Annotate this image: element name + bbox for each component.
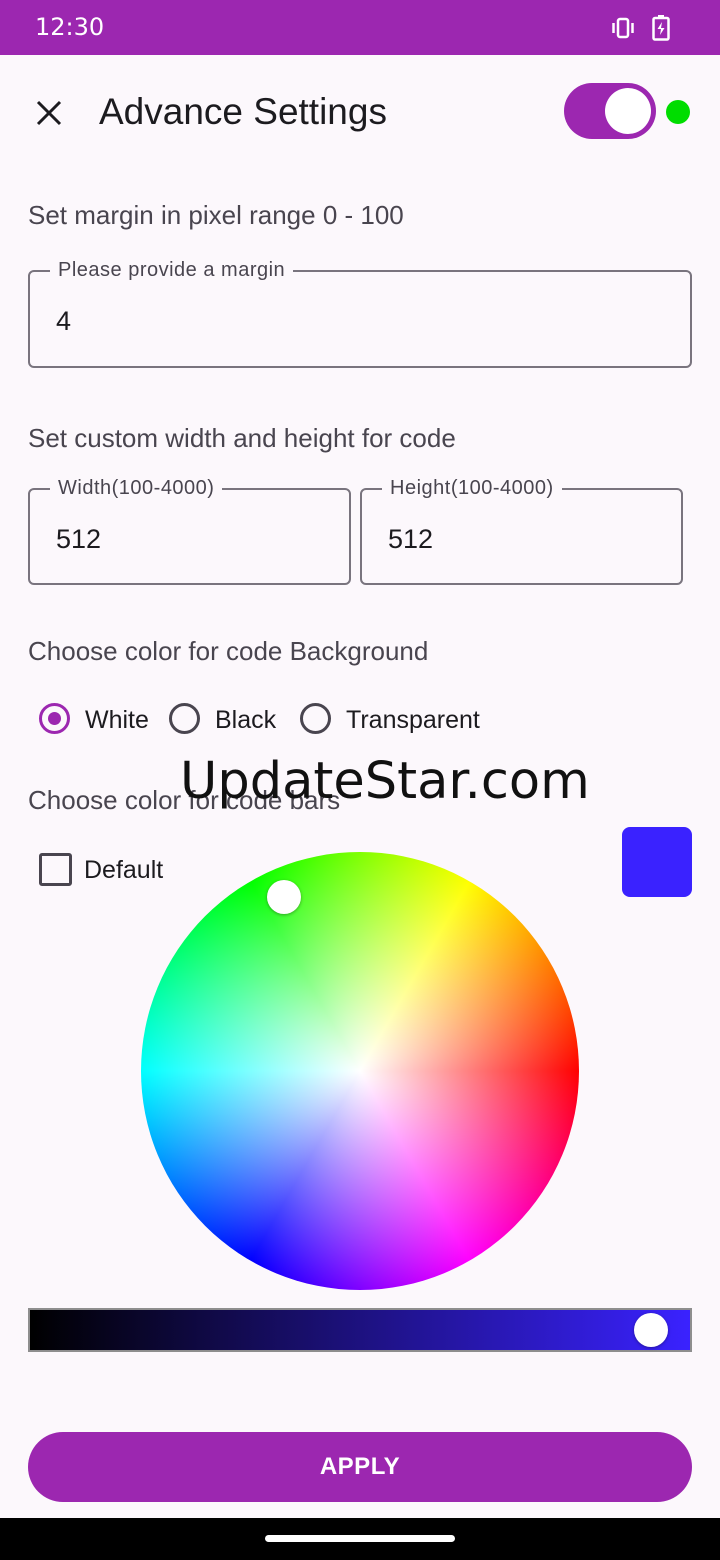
brightness-slider[interactable]	[28, 1308, 692, 1352]
radio-transparent-circle	[300, 703, 331, 734]
default-checkbox[interactable]	[39, 853, 72, 886]
status-bar: 12:30	[0, 0, 720, 55]
watermark: UpdateStar.com	[180, 752, 590, 811]
height-field-label: Height(100-4000)	[382, 477, 562, 500]
battery-charging-icon	[652, 15, 670, 41]
page-title: Advance Settings	[99, 91, 387, 132]
radio-transparent[interactable]: Transparent	[300, 700, 490, 742]
app-header: Advance Settings	[0, 55, 720, 170]
vibrate-icon	[612, 17, 634, 39]
margin-label: Set margin in pixel range 0 - 100	[28, 200, 404, 230]
close-icon	[36, 100, 62, 126]
radio-black[interactable]: Black	[169, 700, 289, 742]
color-wheel-handle[interactable]	[267, 879, 302, 914]
home-handle[interactable]	[265, 1535, 455, 1542]
status-indicator	[666, 100, 690, 124]
margin-field-value: 4	[56, 306, 72, 336]
radio-white-label: White	[85, 706, 149, 734]
height-field-value: 512	[388, 524, 434, 554]
size-label: Set custom width and height for code	[28, 423, 456, 453]
width-field-label: Width(100-4000)	[50, 477, 223, 500]
width-field-value: 512	[56, 524, 102, 554]
color-wheel[interactable]	[141, 852, 579, 1290]
navigation-bar	[0, 1518, 720, 1560]
apply-button[interactable]: APPLY	[28, 1432, 692, 1502]
margin-field-label: Please provide a margin	[50, 259, 294, 282]
status-icons	[610, 14, 674, 42]
close-button[interactable]	[28, 92, 70, 134]
radio-white[interactable]: White	[39, 700, 159, 742]
selected-color-swatch	[622, 827, 692, 897]
radio-black-label: Black	[215, 706, 277, 734]
status-time: 12:30	[35, 13, 105, 41]
width-field[interactable]: Width(100-4000) 512	[28, 477, 351, 585]
background-label: Choose color for code Background	[28, 636, 429, 666]
radio-transparent-label: Transparent	[346, 706, 480, 734]
margin-field[interactable]: Please provide a margin 4	[28, 259, 692, 368]
brightness-slider-handle[interactable]	[634, 1313, 669, 1347]
radio-white-circle	[39, 703, 70, 734]
toggle-knob	[605, 88, 651, 134]
default-checkbox-label: Default	[84, 856, 164, 884]
advance-settings-toggle[interactable]	[564, 83, 656, 139]
radio-black-circle	[169, 703, 200, 734]
height-field[interactable]: Height(100-4000) 512	[360, 477, 683, 585]
